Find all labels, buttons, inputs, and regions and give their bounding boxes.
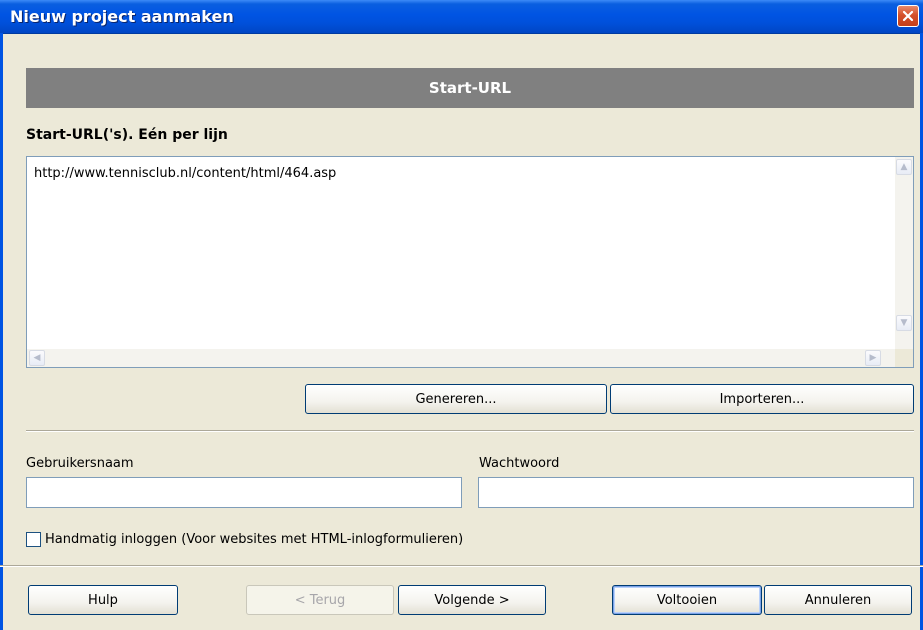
- step-title: Start-URL: [428, 79, 512, 97]
- title-bar[interactable]: Nieuw project aanmaken: [0, 0, 923, 34]
- scroll-down-icon[interactable]: ▼: [896, 315, 912, 331]
- back-button[interactable]: < Terug: [246, 585, 394, 615]
- scroll-right-icon[interactable]: ▶: [865, 350, 881, 366]
- manual-login-label[interactable]: Handmatig inloggen (Voor websites met HT…: [45, 532, 463, 547]
- horizontal-scrollbar[interactable]: ◀ ▶: [27, 349, 895, 367]
- urls-label: Start-URL('s). Eén per lijn: [26, 127, 228, 143]
- scroll-left-icon[interactable]: ◀: [29, 350, 45, 366]
- cancel-button[interactable]: Annuleren: [764, 585, 912, 615]
- close-button[interactable]: [897, 5, 919, 27]
- manual-login-checkbox[interactable]: [26, 532, 41, 547]
- window-title: Nieuw project aanmaken: [10, 7, 234, 26]
- step-header: Start-URL: [26, 68, 914, 108]
- close-icon: [902, 10, 914, 22]
- url-line: http://www.tennisclub.nl/content/html/46…: [34, 166, 337, 181]
- password-input[interactable]: [478, 477, 914, 508]
- next-button[interactable]: Volgende >: [398, 585, 546, 615]
- username-input[interactable]: [26, 477, 462, 508]
- generate-button[interactable]: Genereren...: [305, 384, 607, 414]
- section-divider: [26, 430, 914, 432]
- scroll-up-icon[interactable]: ▲: [896, 159, 912, 175]
- help-button[interactable]: Hulp: [28, 585, 178, 615]
- username-label: Gebruikersnaam: [26, 456, 134, 471]
- finish-button[interactable]: Voltooien: [612, 585, 762, 615]
- vertical-scrollbar[interactable]: ▲ ▼: [895, 157, 913, 349]
- password-label: Wachtwoord: [479, 456, 560, 471]
- scroll-corner: [895, 349, 913, 367]
- import-button[interactable]: Importeren...: [610, 384, 914, 414]
- urls-textarea[interactable]: http://www.tennisclub.nl/content/html/46…: [26, 156, 914, 368]
- footer-divider: [0, 565, 923, 567]
